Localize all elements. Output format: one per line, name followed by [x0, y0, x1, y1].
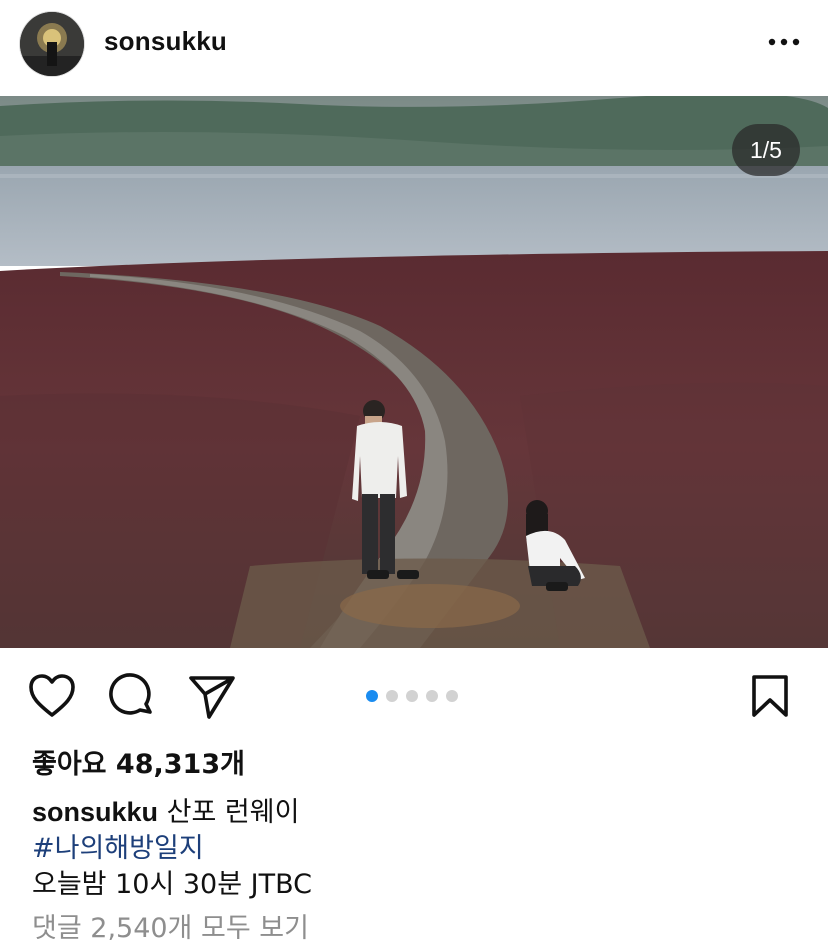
view-comments-link[interactable]: 댓글 2,540개 모두 보기	[32, 906, 309, 945]
caption: sonsukku 산포 런웨이	[32, 790, 299, 829]
carousel-dot[interactable]	[386, 690, 398, 702]
username[interactable]: sonsukku	[104, 26, 227, 57]
heart-icon[interactable]	[28, 673, 76, 723]
bookmark-icon[interactable]	[750, 674, 790, 722]
carousel-dot[interactable]	[426, 690, 438, 702]
more-options-icon[interactable]	[764, 30, 804, 54]
caption-line: 오늘밤 10시 30분 JTBC	[32, 869, 313, 900]
caption-text: 산포 런웨이	[166, 797, 300, 828]
image-counter: 1/5	[732, 124, 800, 176]
post-photo[interactable]: 1/5	[0, 96, 828, 648]
likes-count[interactable]: 좋아요 48,313개	[32, 742, 245, 781]
comment-icon[interactable]	[108, 672, 156, 724]
carousel-dot[interactable]	[406, 690, 418, 702]
caption-username[interactable]: sonsukku	[32, 797, 158, 827]
hashtag-link[interactable]: #나의해방일지	[32, 826, 204, 865]
avatar[interactable]	[20, 12, 84, 76]
post-header: sonsukku	[0, 0, 828, 96]
carousel-dot[interactable]	[446, 690, 458, 702]
carousel-dot[interactable]	[366, 690, 378, 702]
share-icon[interactable]	[188, 674, 236, 724]
